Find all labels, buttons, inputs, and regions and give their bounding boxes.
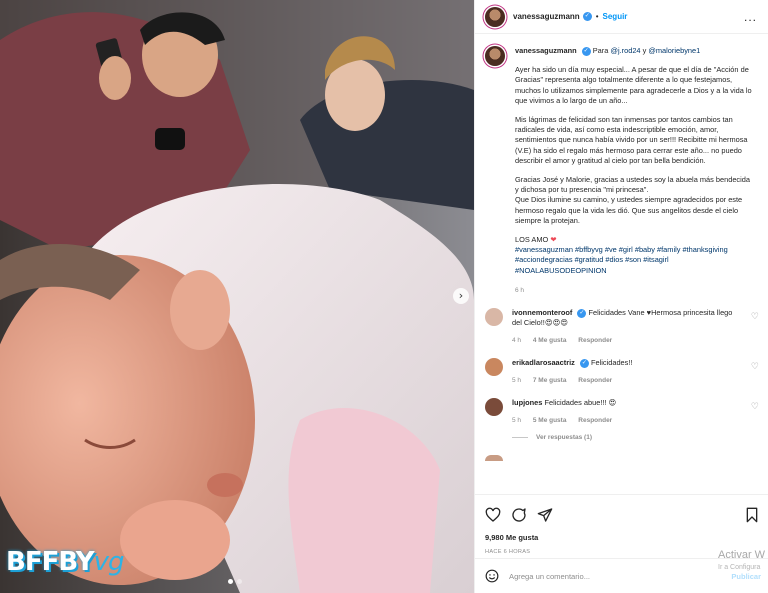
- os-activation-subtitle[interactable]: Ir a Configura: [718, 564, 760, 571]
- comment-reply-button[interactable]: Responder: [578, 337, 612, 344]
- carousel-dot: [237, 579, 242, 584]
- comment-reply-button[interactable]: Responder: [578, 377, 612, 384]
- commenter-avatar[interactable]: [485, 358, 503, 377]
- carousel-dots: [228, 579, 242, 584]
- photo-watermark: BFFBYvg: [6, 547, 125, 577]
- caption-paragraph-3b: Que Dios ilumine su camino, y ustedes si…: [515, 195, 743, 225]
- comment-like-heart-icon[interactable]: ♡: [751, 402, 759, 412]
- caption-verified-icon: ✓: [581, 46, 591, 56]
- comment-item: lupjones Felicidades abue!!! 😍 5 h 5 Me …: [485, 398, 759, 426]
- comment-like-heart-icon[interactable]: ♡: [751, 362, 759, 372]
- watermark-main: BFFBY: [6, 547, 95, 577]
- author-avatar[interactable]: [485, 6, 505, 27]
- commenter-avatar[interactable]: [485, 308, 503, 327]
- comment-username[interactable]: ivonnemonteroof: [512, 308, 572, 317]
- header-separator: •: [595, 12, 599, 21]
- caption-tag-2[interactable]: @maloriebyne1: [648, 46, 700, 55]
- comment-item: erikadlarosaactriz ✓ Felicidades!! 5 h 7…: [485, 358, 759, 386]
- heart-icon[interactable]: [485, 507, 501, 523]
- comment-username[interactable]: lupjones: [512, 398, 542, 407]
- caption-and: y: [642, 46, 647, 55]
- author-username[interactable]: vanessaguzmann: [513, 12, 580, 21]
- comment-like-heart-icon[interactable]: ♡: [751, 312, 759, 322]
- comment-verified-icon: ✓: [577, 308, 587, 318]
- view-replies-label[interactable]: Ver respuestas (1): [536, 434, 592, 441]
- caption-tag-1[interactable]: @j.rod24: [610, 46, 640, 55]
- caption-closing: LOS AMO ❤: [515, 235, 755, 245]
- post-photo[interactable]: › BFFBYvg: [0, 0, 474, 593]
- comment-username[interactable]: erikadlarosaactriz: [512, 358, 575, 367]
- comment-time: 5 h: [512, 377, 522, 385]
- comment-reply-button[interactable]: Responder: [578, 417, 612, 424]
- caption-for-label: Para: [592, 46, 609, 55]
- comment-text: Felicidades!!: [590, 358, 633, 368]
- likes-count[interactable]: 9,980 Me gusta: [485, 533, 759, 542]
- caption-paragraph-2: Mis lágrimas de felicidad son tan inmens…: [515, 115, 748, 165]
- post-actions: 9,980 Me gusta HACE 6 HORAS: [475, 494, 768, 556]
- comment-meta: 5 h 7 Me gusta Responder: [512, 376, 742, 386]
- comment-time: 5 h: [512, 417, 522, 425]
- bookmark-icon[interactable]: [745, 507, 759, 523]
- os-activation-title: Activar W: [718, 549, 766, 561]
- follow-button[interactable]: Seguir: [603, 12, 628, 21]
- comment-time: 4 h: [512, 337, 522, 345]
- heart-emoji-icon: ❤: [550, 235, 557, 245]
- carousel-next-button[interactable]: ›: [453, 288, 469, 304]
- add-comment-input[interactable]: Agrega un comentario...: [509, 572, 590, 581]
- caption-body: vanessaguzmann ✓ Para @j.rod24 y @malori…: [515, 46, 755, 296]
- comment-item: ivonnemonteroof ✓ Felicidades Vane ♥Herm…: [485, 308, 759, 346]
- caption-hashtags[interactable]: #vanessaguzman #bffbyvg #ve #girl #baby …: [515, 245, 755, 276]
- comment-icon[interactable]: [511, 507, 527, 523]
- action-icons: [485, 505, 759, 525]
- share-icon[interactable]: [537, 507, 553, 523]
- comment-likes[interactable]: 7 Me gusta: [533, 377, 567, 384]
- next-commenter-avatar: [485, 455, 503, 462]
- caption-paragraph-1: Ayer ha sido un día muy especial... A pe…: [515, 65, 752, 105]
- comment-verified-icon: ✓: [579, 358, 589, 368]
- comments-scroll-area[interactable]: vanessaguzmann ✓ Para @j.rod24 y @malori…: [475, 34, 768, 494]
- photo-illustration: [0, 0, 474, 593]
- comment-body: ivonnemonteroof ✓ Felicidades Vane ♥Herm…: [512, 308, 742, 346]
- commenter-avatar[interactable]: [485, 398, 503, 417]
- caption-timestamp: 6 h: [515, 286, 525, 294]
- post-caption: vanessaguzmann ✓ Para @j.rod24 y @malori…: [485, 46, 759, 296]
- watermark-tail: vg: [93, 547, 125, 577]
- post-header: vanessaguzmann ✓ • Seguir ...: [475, 0, 768, 34]
- comment-body: erikadlarosaactriz ✓ Felicidades!! 5 h 7…: [512, 358, 742, 386]
- smiley-icon[interactable]: [485, 569, 499, 583]
- comment-meta: 5 h 5 Me gusta Responder: [512, 416, 742, 426]
- instagram-post-modal: › BFFBYvg vanessaguzmann ✓ • Seguir ... …: [0, 0, 768, 593]
- replies-line: [512, 437, 528, 439]
- verified-badge-icon: ✓: [582, 12, 592, 21]
- more-options-icon[interactable]: ...: [744, 10, 757, 24]
- comment-meta: 4 h 4 Me gusta Responder: [512, 336, 742, 346]
- publish-button[interactable]: Publicar: [731, 572, 761, 581]
- caption-header: vanessaguzmann ✓ Para @j.rod24 y @malori…: [515, 46, 755, 56]
- view-replies-button[interactable]: Ver respuestas (1): [512, 434, 759, 441]
- carousel-dot-active: [228, 579, 233, 584]
- comment-likes[interactable]: 4 Me gusta: [533, 337, 567, 344]
- caption-paragraph-3a: Gracias José y Malorie, gracias a ustede…: [515, 175, 750, 195]
- caption-avatar[interactable]: [485, 46, 505, 66]
- caption-username[interactable]: vanessaguzmann: [515, 46, 577, 55]
- comment-text: Felicidades abue!!! 😍: [544, 398, 617, 408]
- post-side-panel: vanessaguzmann ✓ • Seguir ... vanessaguz…: [474, 0, 768, 593]
- caption-closing-text: LOS AMO: [515, 235, 549, 245]
- comment-body: lupjones Felicidades abue!!! 😍 5 h 5 Me …: [512, 398, 742, 426]
- comment-likes[interactable]: 5 Me gusta: [533, 417, 567, 424]
